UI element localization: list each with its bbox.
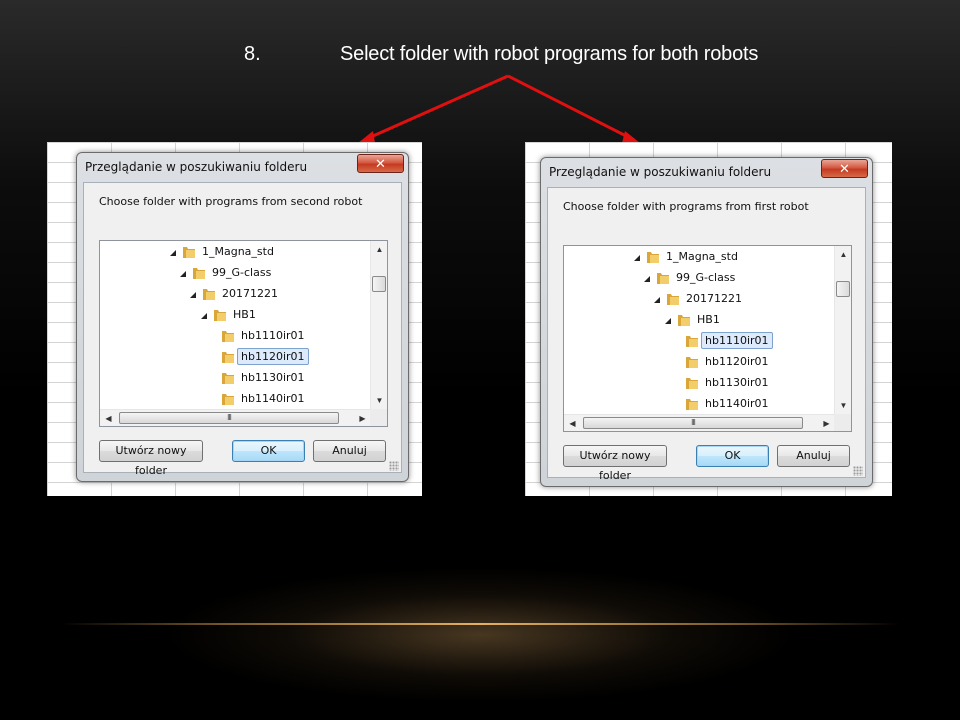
folder-icon [222, 394, 234, 405]
ok-button[interactable]: OK [696, 445, 769, 467]
folder-tree[interactable]: 1_Magna_std 99_G-class 20171221 HB1 hb11… [99, 240, 388, 427]
tree-item-label: hb1140ir01 [241, 392, 305, 405]
scroll-down-icon[interactable]: ▼ [835, 397, 851, 414]
tree-item[interactable]: HB1 [665, 309, 720, 330]
folder-icon [203, 289, 215, 300]
scroll-left-icon[interactable]: ◀ [564, 415, 581, 431]
folder-browser-dialog: Przeglądanie w poszukiwaniu folderu ✕ Ch… [540, 157, 873, 487]
arrow-left [363, 74, 509, 142]
tree-item[interactable]: 1_Magna_std [170, 241, 274, 262]
folder-icon [667, 294, 679, 305]
scroll-left-icon[interactable]: ◀ [100, 410, 117, 426]
horizontal-scrollbar[interactable]: ◀ III ▶ [100, 409, 371, 426]
folder-icon [214, 310, 226, 321]
expanded-triangle-icon[interactable] [201, 312, 207, 319]
folder-icon [686, 378, 698, 389]
expanded-triangle-icon[interactable] [170, 249, 176, 256]
dialog-title: Przeglądanie w poszukiwaniu folderu [549, 165, 772, 179]
screenshot-right: Przeglądanie w poszukiwaniu folderu ✕ Ch… [525, 142, 892, 496]
tree-item[interactable]: hb1140ir01 [221, 388, 305, 409]
resize-grip[interactable] [389, 461, 399, 471]
tree-item-label: 1_Magna_std [202, 245, 274, 258]
new-folder-button[interactable]: Utwórz nowy folder [99, 440, 203, 477]
scroll-right-icon[interactable]: ▶ [818, 415, 835, 431]
resize-grip[interactable] [853, 466, 863, 476]
arrow-right [507, 74, 635, 142]
tree-item[interactable]: hb1110ir01 [221, 325, 305, 346]
tree-item-label: hb1120ir01 [237, 348, 309, 365]
tree-item-label: hb1120ir01 [705, 355, 769, 368]
instruction-text: Choose folder with programs from first r… [563, 200, 809, 213]
horizontal-scrollbar[interactable]: ◀ III ▶ [564, 414, 835, 431]
folder-icon [222, 373, 234, 384]
dialog-client-area: Choose folder with programs from first r… [547, 187, 866, 482]
folder-tree[interactable]: 1_Magna_std 99_G-class 20171221 HB1 hb11… [563, 245, 852, 432]
tree-item-label: hb1110ir01 [701, 332, 773, 349]
folder-browser-dialog: Przeglądanie w poszukiwaniu folderu ✕ Ch… [76, 152, 409, 482]
tree-item[interactable]: 99_G-class [180, 262, 271, 283]
folder-icon [686, 399, 698, 410]
tree-item-label: hb1130ir01 [705, 376, 769, 389]
scroll-down-icon[interactable]: ▼ [371, 392, 387, 409]
tree-item[interactable]: 1_Magna_std [634, 246, 738, 267]
dialog-title: Przeglądanie w poszukiwaniu folderu [85, 160, 308, 174]
folder-icon [657, 273, 669, 284]
expanded-triangle-icon[interactable] [654, 296, 660, 303]
folder-icon [647, 252, 659, 263]
tree-item-selected[interactable]: hb1110ir01 [685, 330, 773, 351]
expanded-triangle-icon[interactable] [180, 270, 186, 277]
tree-item-label: hb1140ir01 [705, 397, 769, 410]
tree-item-label: 99_G-class [212, 266, 272, 279]
tree-item[interactable]: 20171221 [190, 283, 278, 304]
folder-icon [686, 357, 698, 368]
cancel-button[interactable]: Anuluj [777, 445, 850, 467]
tree-item-label: HB1 [697, 313, 720, 326]
tree-item-label: 1_Magna_std [666, 250, 738, 263]
vertical-scroll-thumb[interactable] [372, 276, 386, 292]
tree-item-selected[interactable]: hb1120ir01 [221, 346, 309, 367]
scroll-right-icon[interactable]: ▶ [354, 410, 371, 426]
vertical-scrollbar[interactable]: ▲ ▼ [834, 246, 851, 414]
expanded-triangle-icon[interactable] [665, 317, 671, 324]
horizontal-scroll-thumb[interactable]: III [583, 417, 803, 429]
tree-item-label: hb1110ir01 [241, 329, 305, 342]
instruction-text: Choose folder with programs from second … [99, 195, 363, 208]
folder-icon [686, 336, 698, 347]
vertical-scroll-thumb[interactable] [836, 281, 850, 297]
screenshot-left: Przeglądanie w poszukiwaniu folderu ✕ Ch… [47, 142, 422, 496]
tree-item[interactable]: hb1130ir01 [221, 367, 305, 388]
folder-icon [222, 331, 234, 342]
expanded-triangle-icon[interactable] [634, 254, 640, 261]
close-icon[interactable]: ✕ [821, 159, 868, 178]
tree-item[interactable]: HB1 [201, 304, 256, 325]
scroll-up-icon[interactable]: ▲ [371, 241, 387, 258]
tree-item-label: 99_G-class [676, 271, 736, 284]
folder-icon [678, 315, 690, 326]
scroll-up-icon[interactable]: ▲ [835, 246, 851, 263]
vertical-scrollbar[interactable]: ▲ ▼ [370, 241, 387, 409]
tree-item-label: 20171221 [686, 292, 742, 305]
dialog-client-area: Choose folder with programs from second … [83, 182, 402, 477]
cancel-button[interactable]: Anuluj [313, 440, 386, 462]
tree-item-label: hb1130ir01 [241, 371, 305, 384]
tree-item[interactable]: hb1120ir01 [685, 351, 769, 372]
tree-item[interactable]: 20171221 [654, 288, 742, 309]
expanded-triangle-icon[interactable] [644, 275, 650, 282]
tree-item[interactable]: 99_G-class [644, 267, 735, 288]
ok-button[interactable]: OK [232, 440, 305, 462]
tree-item[interactable]: hb1140ir01 [685, 393, 769, 414]
tree-item[interactable]: hb1130ir01 [685, 372, 769, 393]
folder-icon [193, 268, 205, 279]
tree-item-label: 20171221 [222, 287, 278, 300]
tree-item-label: HB1 [233, 308, 256, 321]
folder-icon [183, 247, 195, 258]
horizontal-scroll-thumb[interactable]: III [119, 412, 339, 424]
scroll-corner [370, 409, 387, 426]
expanded-triangle-icon[interactable] [190, 291, 196, 298]
folder-icon [222, 352, 234, 363]
scroll-corner [834, 414, 851, 431]
new-folder-button[interactable]: Utwórz nowy folder [563, 445, 667, 482]
close-icon[interactable]: ✕ [357, 154, 404, 173]
